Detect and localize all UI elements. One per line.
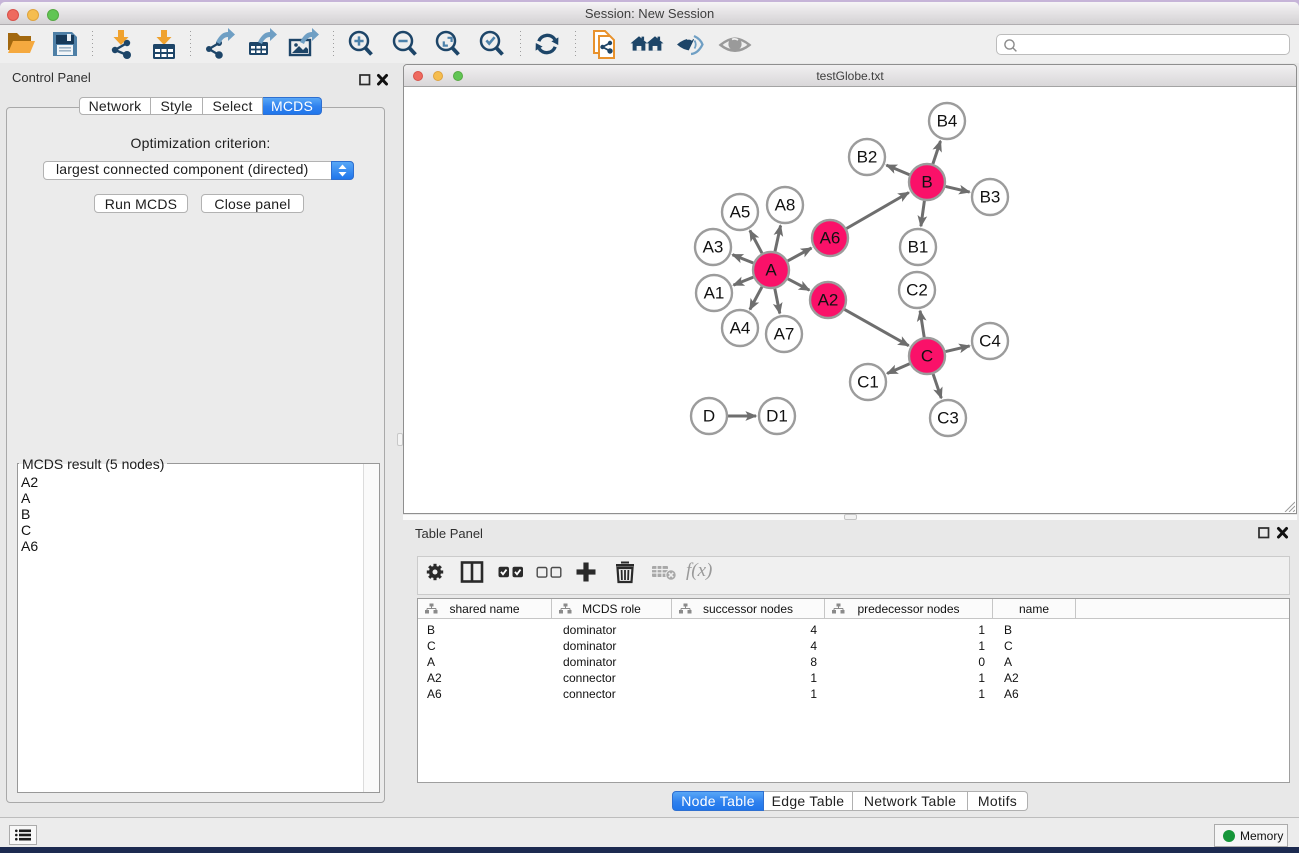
svg-text:C4: C4: [979, 332, 1001, 351]
svg-text:C1: C1: [857, 373, 879, 392]
svg-text:A: A: [765, 261, 777, 280]
svg-text:B: B: [921, 173, 932, 192]
svg-text:A5: A5: [730, 203, 751, 222]
svg-text:B3: B3: [980, 188, 1001, 207]
svg-text:A3: A3: [703, 238, 724, 257]
svg-text:D1: D1: [766, 407, 788, 426]
svg-text:B2: B2: [857, 148, 878, 167]
svg-text:B4: B4: [937, 112, 958, 131]
svg-text:C: C: [921, 347, 933, 366]
svg-text:A8: A8: [775, 196, 796, 215]
svg-text:C3: C3: [937, 409, 959, 428]
svg-text:B1: B1: [908, 238, 929, 257]
svg-text:D: D: [703, 407, 715, 426]
svg-text:A6: A6: [820, 229, 841, 248]
svg-text:A1: A1: [704, 284, 725, 303]
svg-text:A7: A7: [774, 325, 795, 344]
svg-text:A2: A2: [818, 291, 839, 310]
svg-text:A4: A4: [730, 319, 751, 338]
svg-text:C2: C2: [906, 281, 928, 300]
